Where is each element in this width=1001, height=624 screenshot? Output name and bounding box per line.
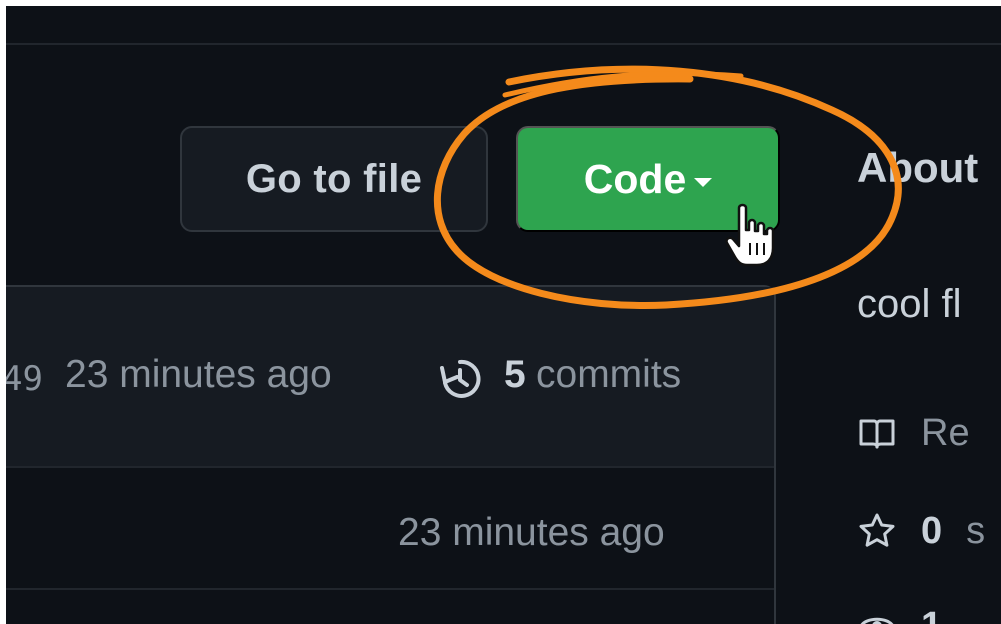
commit-time: 23 minutes ago (65, 353, 332, 396)
book-icon (859, 419, 895, 449)
readme-link[interactable]: Re (857, 411, 970, 455)
commit-count[interactable]: 5 (504, 353, 526, 397)
file-updated-time: 23 minutes ago (398, 511, 665, 554)
hand-pointer-icon (725, 203, 775, 267)
watchers-count[interactable]: 1 (921, 605, 942, 624)
about-title: About (857, 144, 979, 191)
stars-label[interactable]: s (966, 510, 985, 553)
about-description: cool fl (857, 282, 962, 326)
go-to-file-button[interactable]: Go to file (180, 126, 488, 232)
repository-viewport: Go to file Code 49 23 minutes ago 5 comm… (6, 6, 1001, 624)
star-icon (859, 513, 895, 547)
watchers-link[interactable]: 1 (857, 604, 942, 624)
go-to-file-label: Go to file (245, 156, 423, 201)
code-label: Code (583, 155, 687, 202)
stars-count[interactable]: 0 (921, 510, 942, 553)
orange-annotation-flick (502, 70, 744, 98)
file-browser: 49 23 minutes ago 5 commits 23 minutes a… (6, 285, 776, 624)
caret-down-icon (694, 177, 713, 187)
commit-count-label[interactable]: commits (536, 353, 681, 397)
eye-icon (860, 617, 894, 624)
top-divider (6, 43, 1001, 45)
history-icon (440, 359, 481, 398)
stars-link[interactable]: 0 s (857, 509, 985, 553)
latest-commit-row: 49 23 minutes ago 5 commits (6, 287, 774, 468)
commit-hash[interactable]: 49 (6, 359, 43, 399)
readme-label[interactable]: Re (921, 412, 970, 455)
